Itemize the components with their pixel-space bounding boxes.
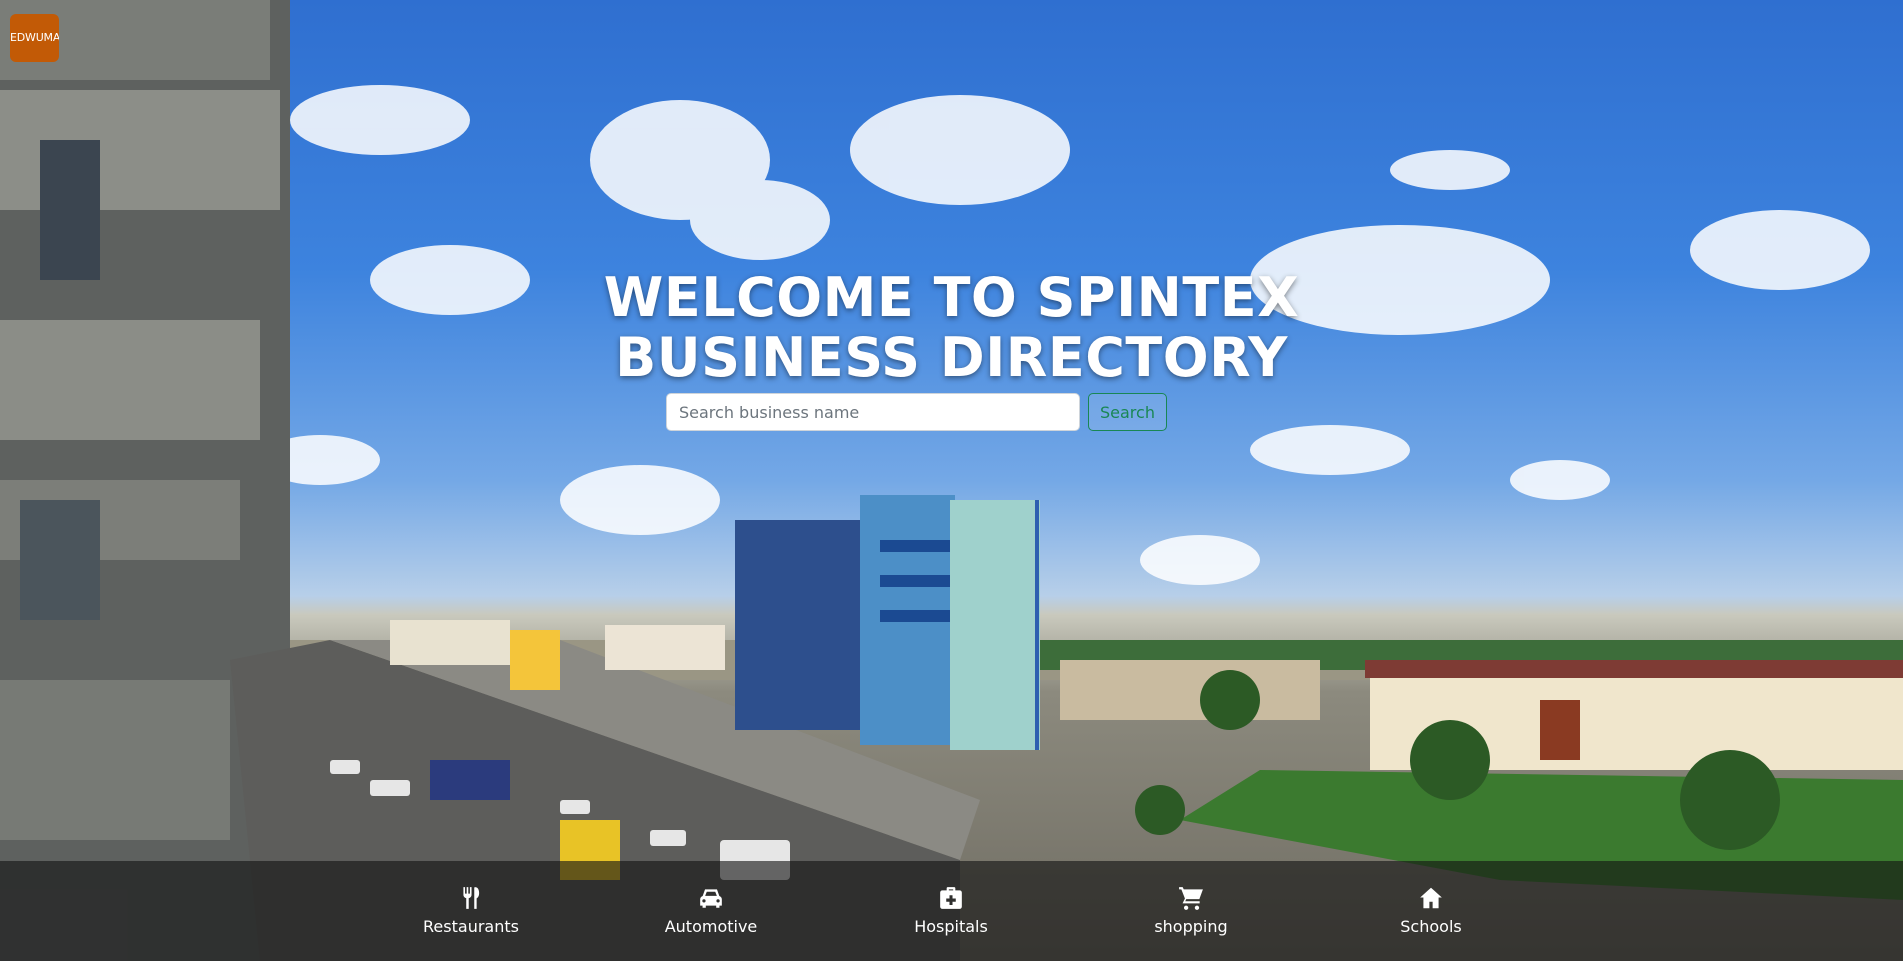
nav-label-shopping: shopping <box>1154 917 1228 936</box>
nav-label-hospitals: Hospitals <box>914 917 988 936</box>
hero-title-line2: BUSINESS DIRECTORY <box>615 326 1288 389</box>
shopping-cart-icon <box>1179 887 1203 910</box>
nav-label-schools: Schools <box>1400 917 1462 936</box>
brand-logo-text: EDWUMA <box>10 31 59 44</box>
car-icon <box>700 889 722 908</box>
nav-item-shopping[interactable]: shopping <box>1121 885 1261 936</box>
search-form: Search <box>666 393 1167 431</box>
search-input[interactable] <box>666 393 1080 431</box>
nav-label-automotive: Automotive <box>664 917 758 936</box>
medical-kit-icon <box>940 887 962 909</box>
hero-title: WELCOME TO SPINTEX BUSINESS DIRECTORY <box>0 268 1903 388</box>
nav-label-restaurants: Restaurants <box>423 917 519 936</box>
nav-item-hospitals[interactable]: Hospitals <box>881 885 1021 936</box>
category-nav: Restaurants Automotive Hospitals shoppin… <box>0 861 1903 961</box>
utensils-icon <box>463 887 480 909</box>
hero-title-line1: WELCOME TO SPINTEX <box>603 266 1300 329</box>
nav-item-schools[interactable]: Schools <box>1361 885 1501 936</box>
background-photo <box>0 0 1903 961</box>
brand-logo[interactable]: EDWUMA <box>10 14 59 62</box>
nav-item-automotive[interactable]: Automotive <box>641 885 781 936</box>
search-button[interactable]: Search <box>1088 393 1167 431</box>
nav-item-restaurants[interactable]: Restaurants <box>401 885 541 936</box>
hero-section: EDWUMA WELCOME TO SPINTEX BUSINESS DIREC… <box>0 0 1903 961</box>
home-icon <box>1420 887 1442 909</box>
